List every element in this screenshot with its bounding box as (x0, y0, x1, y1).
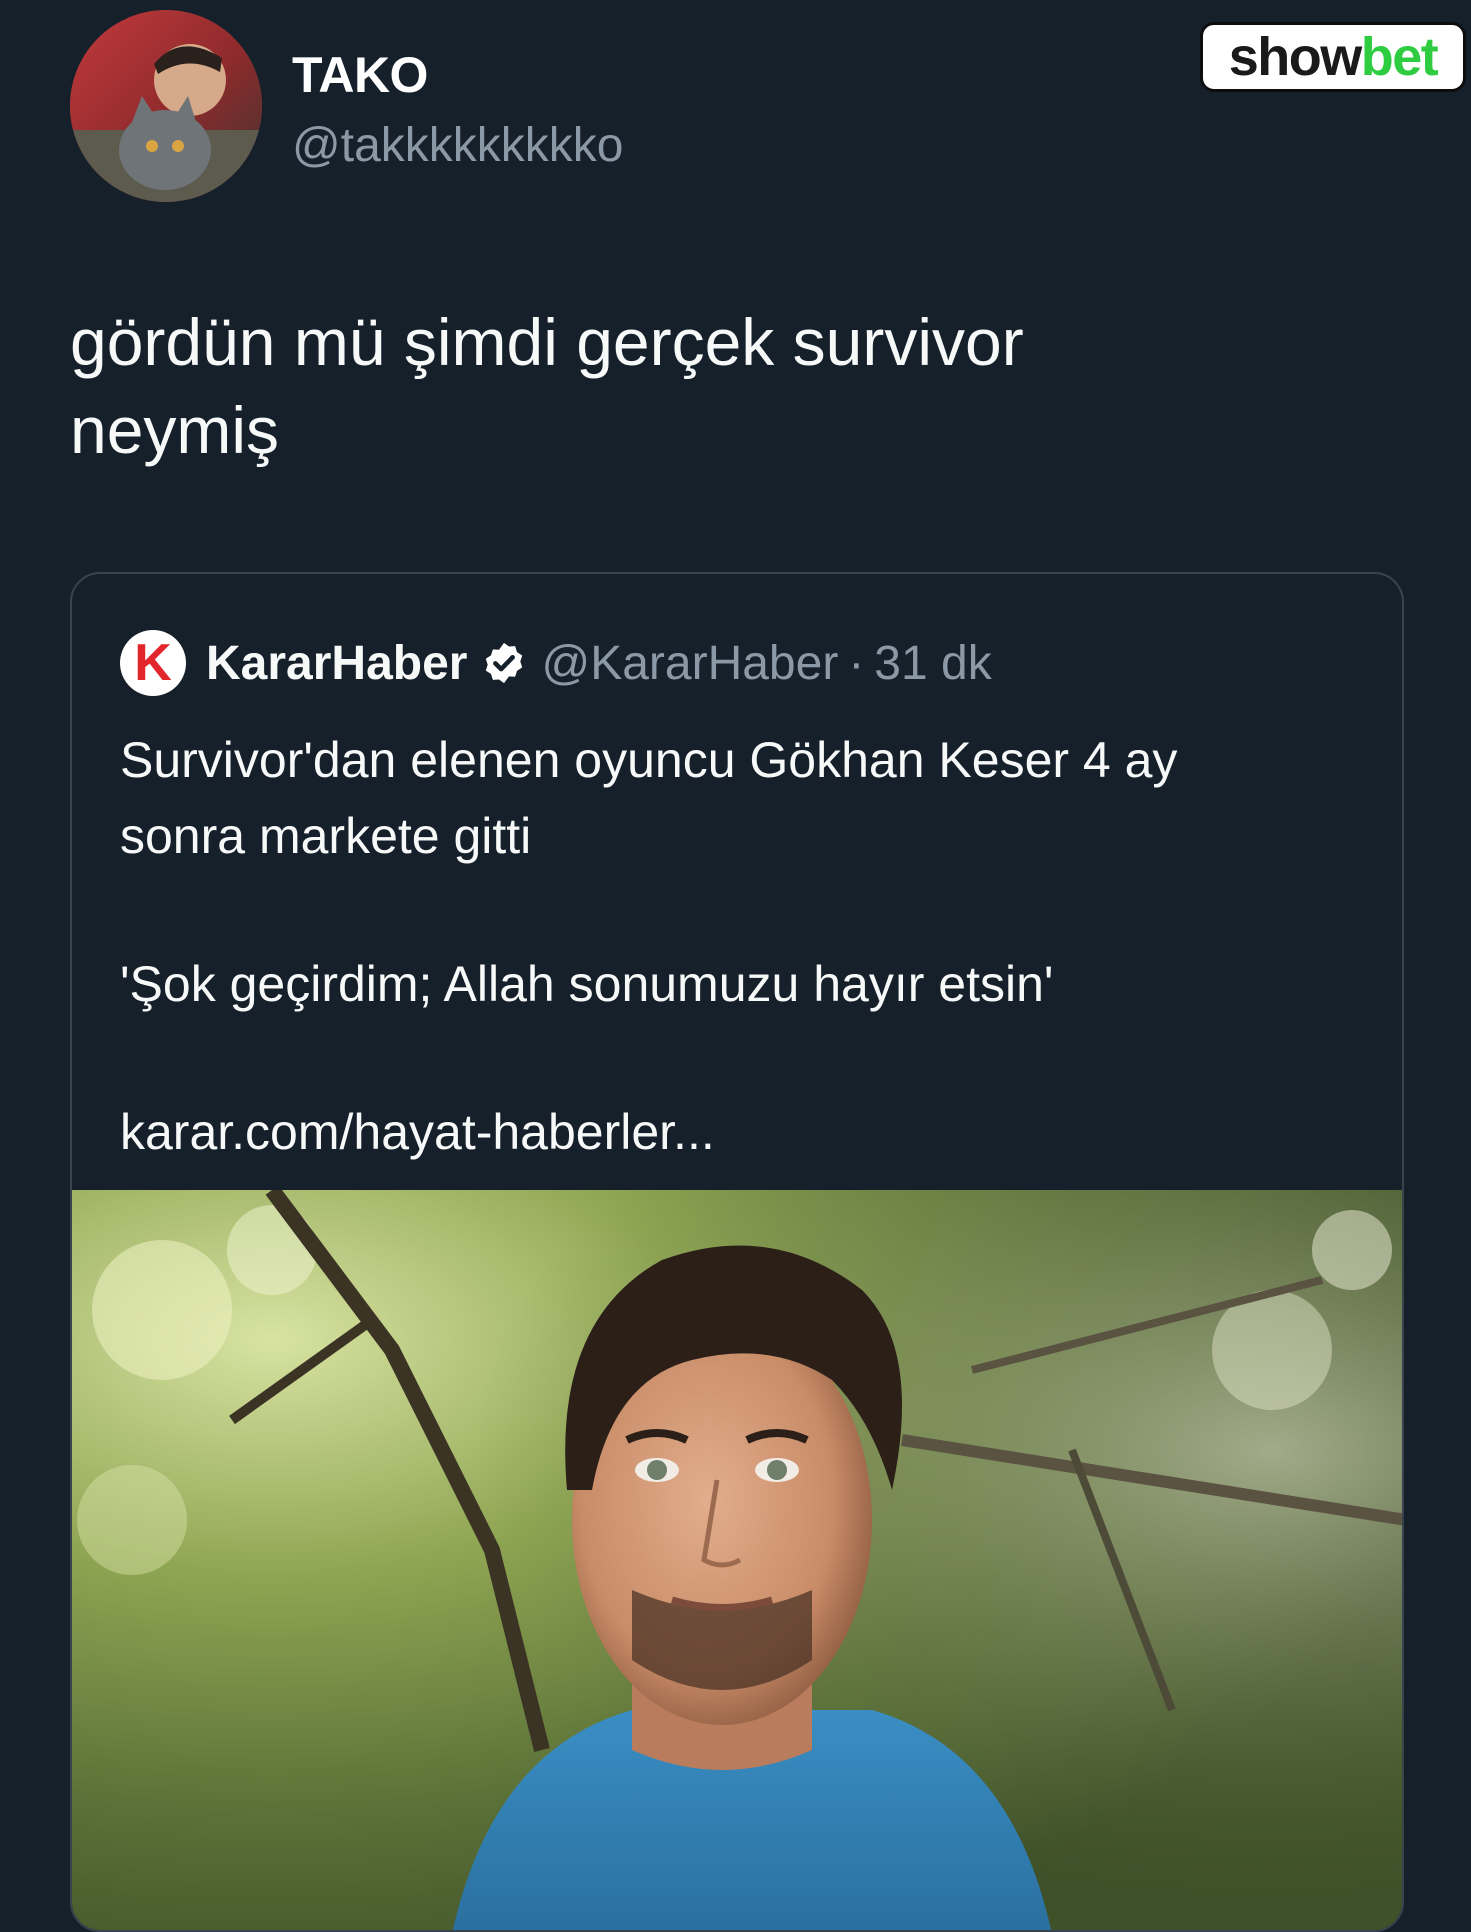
avatar-image (70, 10, 262, 202)
photo-man-in-forest (72, 1190, 1402, 1930)
quoted-tweet-header: K KararHaber @KararHaber · 31 dk (120, 628, 992, 698)
brand-part2: bet (1360, 27, 1439, 87)
quoted-tweet[interactable]: K KararHaber @KararHaber · 31 dk Survivo… (70, 572, 1404, 1932)
headline-line2: sonra markete gitti (120, 808, 532, 864)
verified-badge-icon (486, 642, 523, 684)
logo-letter: K (134, 634, 172, 692)
brand-part1: show (1228, 27, 1363, 87)
author-handle[interactable]: @takkkkkkkkko (292, 118, 623, 173)
tweet-text-line1: gördün mü şimdi gerçek survivor (70, 305, 1024, 379)
quoted-author-handle[interactable]: @KararHaber (541, 636, 838, 691)
tweet-text-line2: neymiş (70, 393, 280, 467)
separator-dot: · (848, 636, 865, 690)
author-name[interactable]: TAKO (292, 46, 428, 104)
quoted-timestamp[interactable]: 31 dk (874, 636, 991, 691)
kararhaber-logo-icon[interactable]: K (120, 630, 186, 696)
quoted-author-name[interactable]: KararHaber (206, 636, 467, 691)
tweet-text: gördün mü şimdi gerçek survivor neymiş (70, 298, 1370, 474)
quoted-tweet-body: Survivor'dan elenen oyuncu Gökhan Keser … (120, 722, 1360, 1170)
quote-text: 'Şok geçirdim; Allah sonumuzu hayır etsi… (120, 956, 1054, 1012)
article-link[interactable]: karar.com/hayat-haberler... (120, 1094, 1360, 1170)
brand-logo: show bet (1200, 22, 1466, 92)
quoted-tweet-photo[interactable] (72, 1190, 1402, 1930)
headline-line1: Survivor'dan elenen oyuncu Gökhan Keser … (120, 732, 1178, 788)
author-avatar[interactable] (70, 10, 262, 202)
